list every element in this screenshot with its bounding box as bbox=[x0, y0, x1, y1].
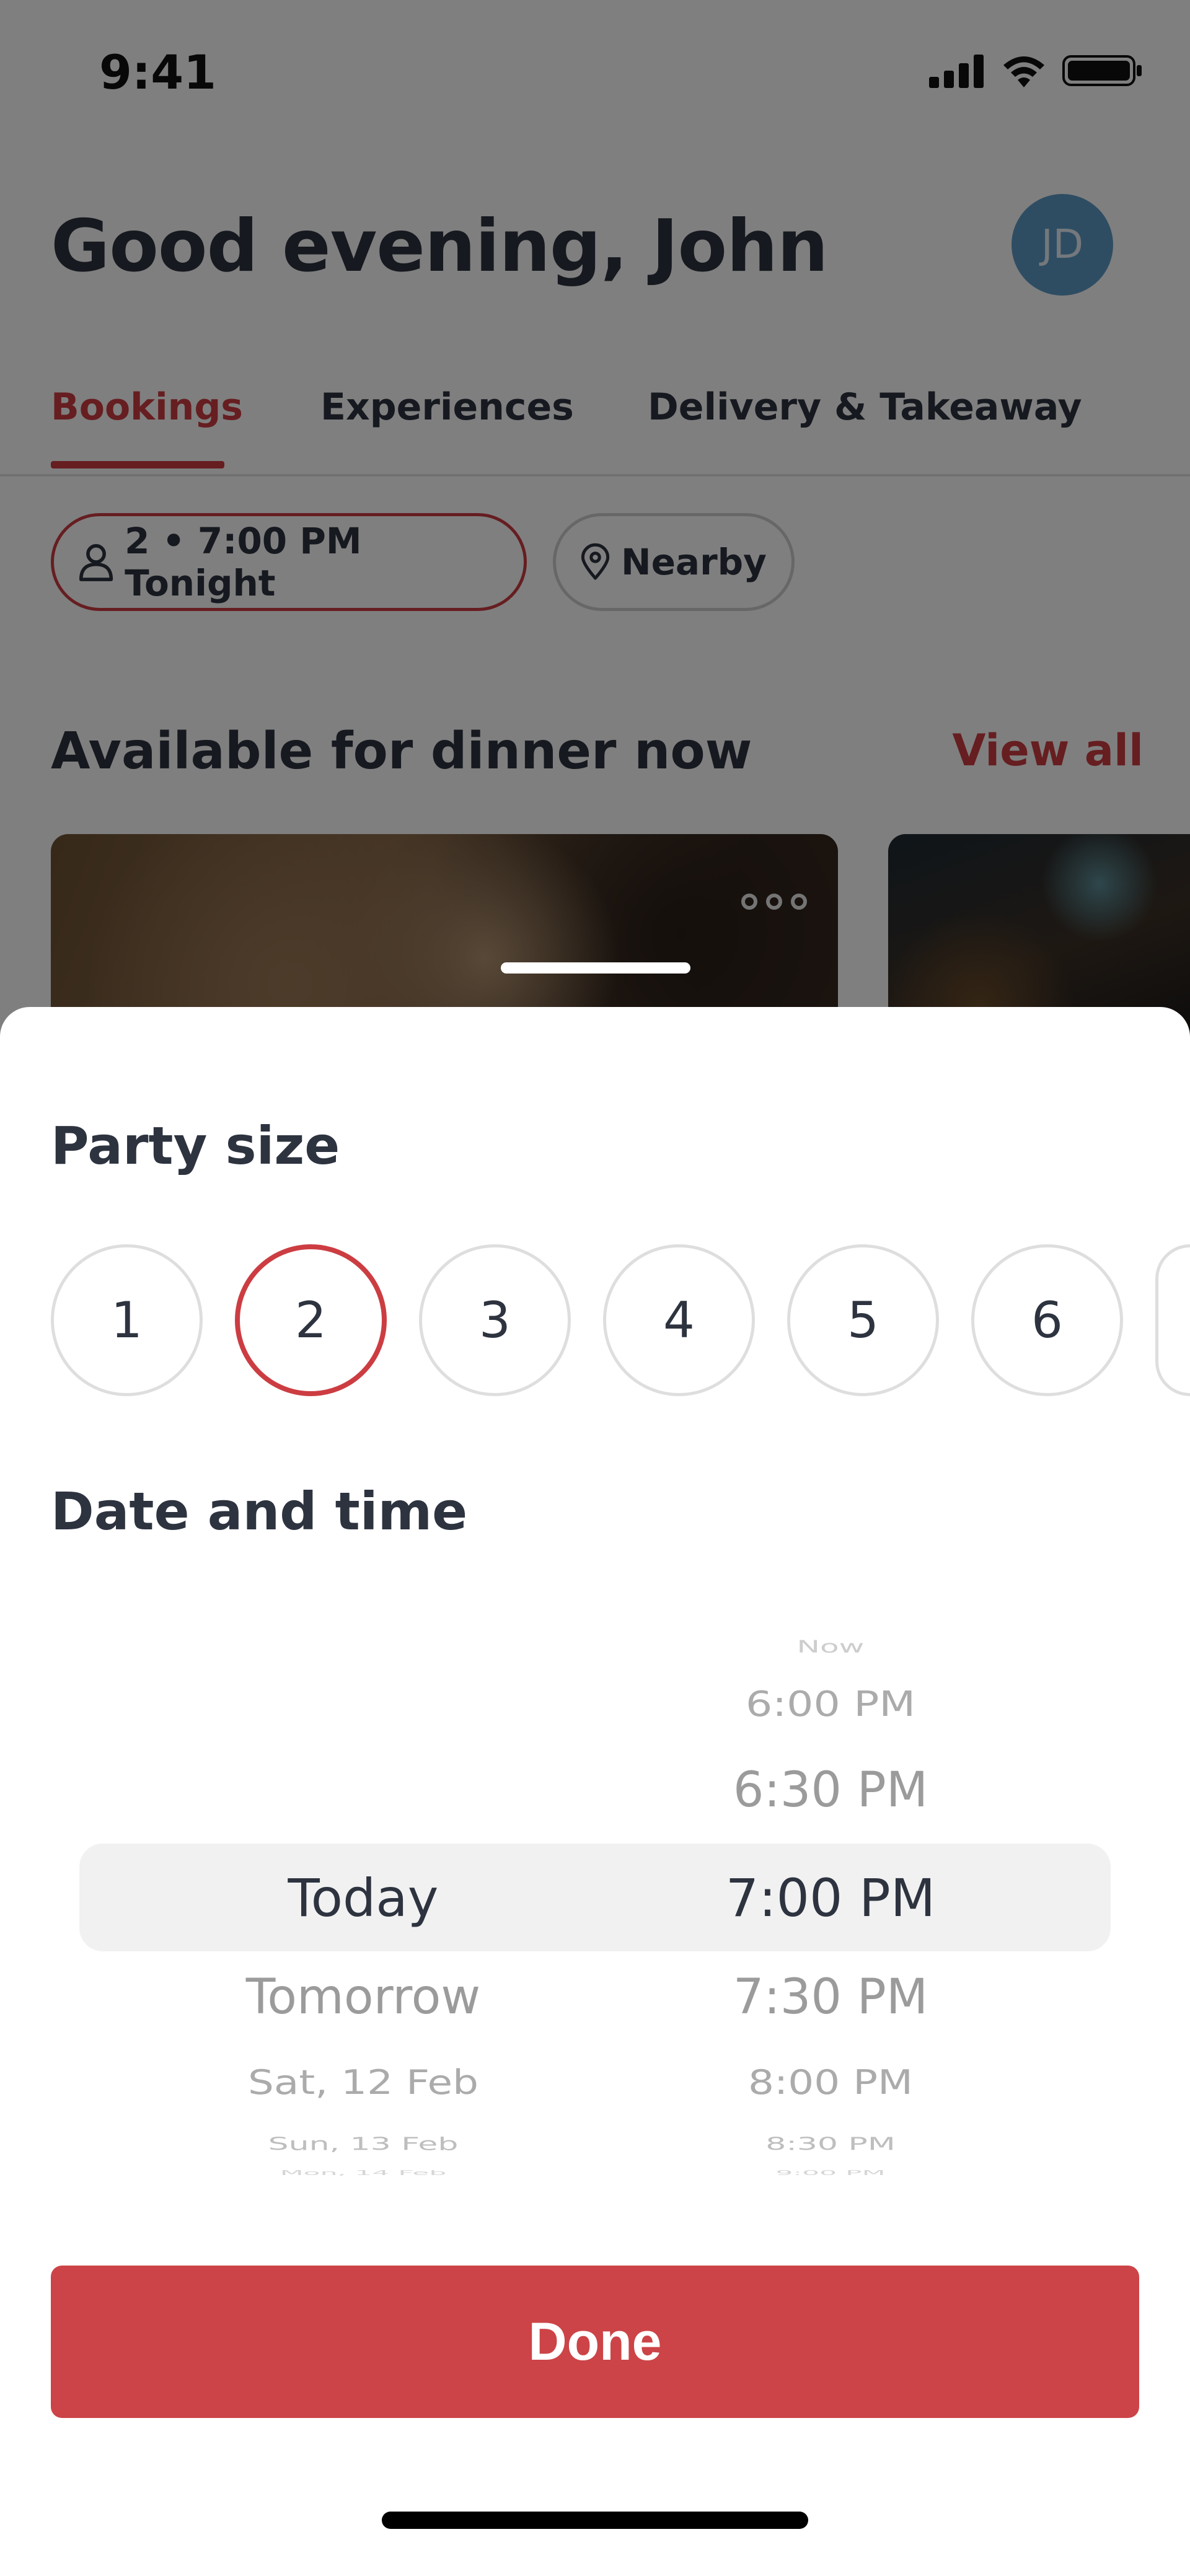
time-option[interactable]: Now bbox=[626, 1637, 1035, 1656]
time-option[interactable]: 9:00 PM bbox=[626, 2169, 1035, 2177]
time-option-selected[interactable]: 7:00 PM bbox=[626, 1868, 1035, 1928]
party-size-title: Party size bbox=[51, 1115, 340, 1176]
party-size-option[interactable]: 3 bbox=[419, 1244, 571, 1396]
date-option-selected[interactable]: Today bbox=[115, 1868, 611, 1928]
done-button[interactable]: Done bbox=[51, 2266, 1139, 2418]
time-option[interactable]: 8:00 PM bbox=[626, 2063, 1035, 2102]
home-indicator[interactable] bbox=[382, 2512, 808, 2529]
date-option[interactable]: Mon, 14 Feb bbox=[115, 2169, 611, 2177]
date-time-title: Date and time bbox=[51, 1481, 468, 1542]
sheet-grabber[interactable] bbox=[501, 962, 690, 974]
time-option[interactable]: 8:30 PM bbox=[626, 2134, 1035, 2155]
booking-options-sheet: Party size 1 2 3 4 5 6 Date and time Tod… bbox=[0, 1007, 1190, 2576]
date-option[interactable]: Tomorrow bbox=[115, 1969, 611, 2025]
party-size-option[interactable]: 5 bbox=[787, 1244, 939, 1396]
party-size-option[interactable]: 1 bbox=[51, 1244, 203, 1396]
party-size-option-partial[interactable] bbox=[1155, 1244, 1190, 1396]
date-option[interactable]: Sat, 12 Feb bbox=[115, 2063, 611, 2102]
time-option[interactable]: 6:00 PM bbox=[626, 1684, 1035, 1725]
party-size-option[interactable]: 4 bbox=[603, 1244, 755, 1396]
date-option[interactable]: Sun, 13 Feb bbox=[115, 2134, 611, 2155]
party-size-option[interactable]: 2 bbox=[235, 1244, 387, 1396]
time-option[interactable]: 6:30 PM bbox=[626, 1762, 1035, 1818]
time-option[interactable]: 7:30 PM bbox=[626, 1969, 1035, 2025]
party-size-option[interactable]: 6 bbox=[971, 1244, 1123, 1396]
